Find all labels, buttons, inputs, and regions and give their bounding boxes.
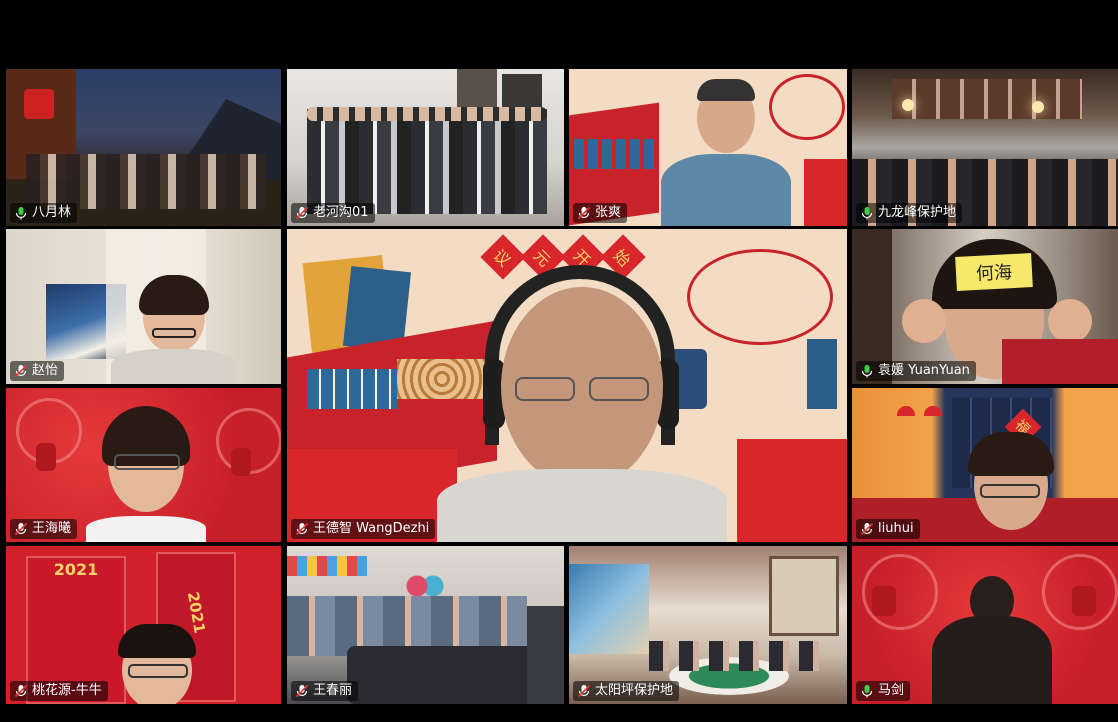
year-label: 2021 <box>53 560 99 579</box>
name-tag: 八月林 <box>10 203 78 223</box>
microphone-icon <box>861 365 873 378</box>
name-tag: 王海曦 <box>10 519 78 539</box>
video-tile-yuanyuan[interactable]: 何海 袁媛 YuanYuan <box>852 229 1118 384</box>
microphone-muted-icon <box>295 522 309 536</box>
participant-name: 王德智 WangDezhi <box>313 521 430 536</box>
video-tile-liuhui[interactable]: 福 liuhui <box>852 388 1118 542</box>
banner-char: 议 <box>480 234 526 280</box>
participant-name: 桃花源-牛牛 <box>32 683 102 698</box>
name-tag: 老河沟01 <box>291 203 375 223</box>
video-tile-zhaoyi[interactable]: 赵怡 <box>6 229 281 384</box>
microphone-muted-icon <box>860 522 874 536</box>
participant-name: 太阳坪保护地 <box>595 683 674 698</box>
microphone-muted-icon <box>295 206 309 220</box>
name-sign: 何海 <box>955 253 1033 291</box>
bottom-black-bar <box>0 704 1118 722</box>
video-tile-laohegou01[interactable]: 老河沟01 <box>287 69 564 226</box>
microphone-muted-icon <box>577 206 591 220</box>
microphone-icon <box>861 685 873 698</box>
microphone-muted-icon <box>14 684 28 698</box>
video-scene: 议 元 开 始 <box>287 229 847 542</box>
video-tile-taohuayuan[interactable]: 2021 2021 桃花源-牛牛 <box>6 546 281 704</box>
participant-name: 张爽 <box>595 205 622 220</box>
microphone-muted-icon <box>14 522 28 536</box>
participant-name: 袁媛 YuanYuan <box>878 363 970 378</box>
video-tile-bayuelin[interactable]: 八月林 <box>6 69 281 226</box>
participant-name: 王海曦 <box>32 521 72 536</box>
video-tile-wanghaixi[interactable]: 王海曦 <box>6 388 281 542</box>
microphone-muted-icon <box>577 684 591 698</box>
video-tile-wangchunli[interactable]: 王春丽 <box>287 546 564 704</box>
participant-name: 赵怡 <box>32 363 59 378</box>
microphone-icon <box>861 207 873 220</box>
microphone-muted-icon <box>14 364 28 378</box>
name-tag: liuhui <box>856 519 920 539</box>
video-tile-majian[interactable]: 马剑 <box>852 546 1118 704</box>
name-tag: 九龙峰保护地 <box>856 203 963 223</box>
participant-name: 八月林 <box>32 205 72 220</box>
name-tag: 马剑 <box>856 681 911 701</box>
participant-name: 王春丽 <box>313 683 353 698</box>
participant-name: liuhui <box>878 521 914 536</box>
top-black-bar <box>0 0 1118 68</box>
name-tag: 太阳坪保护地 <box>573 681 680 701</box>
participant-name: 马剑 <box>878 683 905 698</box>
video-tile-main-speaker[interactable]: 议 元 开 始 王德智 WangDezhi <box>287 229 847 542</box>
name-tag: 王春丽 <box>291 681 359 701</box>
participant-name: 老河沟01 <box>313 205 369 220</box>
name-tag: 张爽 <box>573 203 628 223</box>
name-tag: 王德智 WangDezhi <box>291 519 436 539</box>
microphone-icon <box>15 207 27 220</box>
participant-name: 九龙峰保护地 <box>878 205 957 220</box>
name-tag: 桃花源-牛牛 <box>10 681 108 701</box>
video-tile-jiulongfeng[interactable]: 九龙峰保护地 <box>852 69 1118 226</box>
video-tile-taiyangping[interactable]: 太阳坪保护地 <box>569 546 847 704</box>
microphone-muted-icon <box>295 684 309 698</box>
name-tag: 袁媛 YuanYuan <box>856 361 976 381</box>
name-tag: 赵怡 <box>10 361 65 381</box>
video-tile-zhangshuang[interactable]: 张爽 <box>569 69 847 226</box>
